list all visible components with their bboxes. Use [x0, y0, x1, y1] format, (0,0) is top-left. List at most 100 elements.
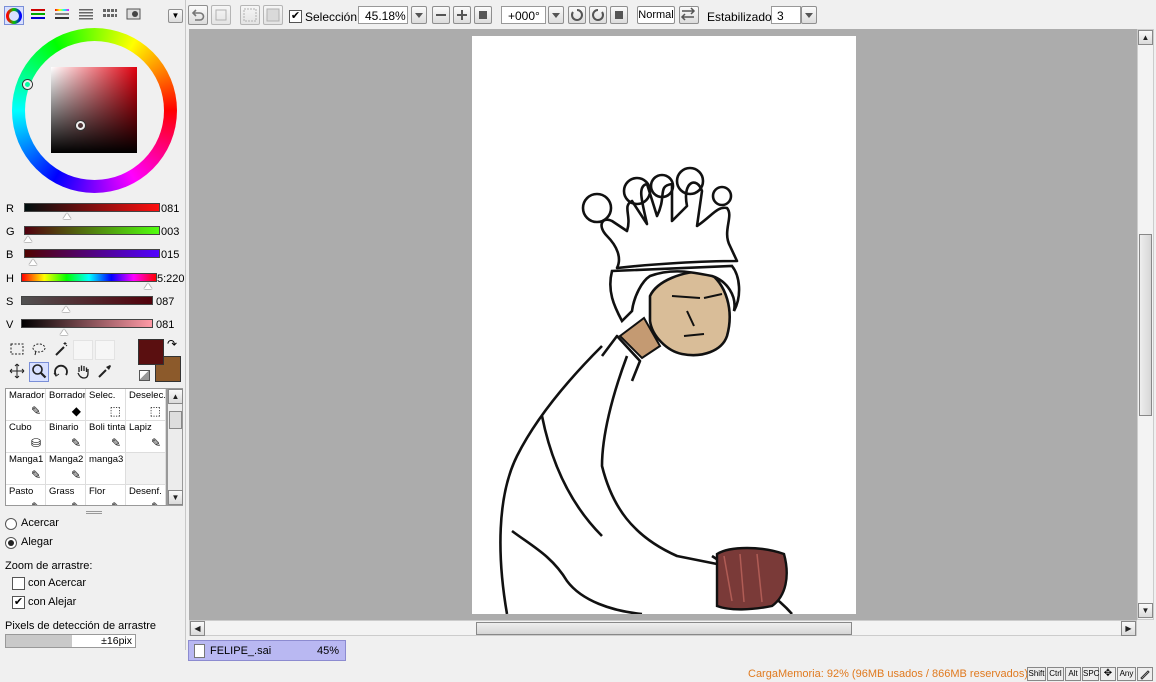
blend-mode-button[interactable]: Normal — [637, 6, 675, 24]
brush-manga1[interactable]: Manga1 ✎ — [6, 453, 46, 485]
slider-b-track[interactable] — [24, 249, 160, 258]
scroll-up-icon[interactable]: ▲ — [168, 389, 183, 404]
deselect-brush-icon: ⬚ — [149, 404, 161, 418]
hsv-sliders-icon[interactable] — [52, 6, 72, 25]
document-tab[interactable]: FELIPE_.sai 45% — [188, 640, 346, 661]
rotate-ccw-button[interactable] — [568, 6, 586, 24]
slider-v-thumb[interactable] — [60, 329, 68, 335]
brush-selec[interactable]: Selec. ⬚ — [86, 389, 126, 421]
selection-checkbox[interactable]: ✔ — [289, 10, 302, 23]
deselect-button[interactable] — [240, 5, 260, 25]
canvas-area[interactable] — [189, 29, 1137, 620]
palette-icon[interactable] — [100, 6, 120, 25]
scroll-right-icon[interactable]: ▶ — [1121, 621, 1136, 636]
rotate-cw-button[interactable] — [589, 6, 607, 24]
transparent-color-icon[interactable] — [139, 370, 150, 381]
move-icon[interactable] — [7, 362, 27, 382]
hand-icon[interactable] — [73, 362, 93, 382]
magic-wand-icon[interactable] — [51, 340, 71, 360]
scroll-down-icon[interactable]: ▼ — [168, 490, 183, 505]
slider-b[interactable]: B 015 — [4, 246, 186, 266]
slider-g-thumb[interactable] — [24, 236, 32, 242]
color-wheel-icon[interactable] — [4, 6, 24, 25]
brush-deselec[interactable]: Deselec. ⬚ — [126, 389, 166, 421]
drawing-canvas[interactable] — [472, 36, 856, 616]
slider-r-track[interactable] — [24, 203, 160, 212]
brush-desenf[interactable]: Desenf. ✎ — [126, 485, 166, 505]
horizontal-scrollbar[interactable]: ◀ ▶ — [189, 620, 1137, 636]
slider-g[interactable]: G 003 — [4, 223, 186, 243]
brush-scrollbar[interactable]: ▲ ▼ — [167, 388, 183, 506]
radio-acercar[interactable] — [5, 518, 17, 530]
zoom-dropdown-button[interactable] — [411, 6, 427, 24]
rotation-field[interactable]: +000° — [501, 6, 546, 24]
zoom-field[interactable]: 45.18% — [358, 6, 408, 24]
brush-manga3[interactable]: manga3 — [86, 453, 126, 485]
pixel-detect-slider[interactable]: ±16pix — [5, 634, 136, 648]
stabilizer-field[interactable]: 3 — [771, 6, 801, 24]
rect-select-icon[interactable] — [7, 340, 27, 360]
brush-borrador[interactable]: Borrador ◆ — [46, 389, 86, 421]
hue-marker[interactable] — [23, 80, 32, 89]
slider-s[interactable]: S 087 — [4, 293, 186, 313]
redo-button[interactable] — [211, 5, 231, 25]
horizontal-scroll-thumb[interactable] — [476, 622, 852, 635]
rotate-icon[interactable] — [51, 362, 71, 382]
scroll-down-icon[interactable]: ▼ — [1138, 603, 1153, 618]
brush-label: Borrador — [49, 390, 86, 401]
lasso-select-icon[interactable] — [29, 340, 49, 360]
brush-cubo[interactable]: Cubo ⛁ — [6, 421, 46, 453]
zoom-out-button[interactable] — [432, 6, 450, 24]
saturation-value-square[interactable] — [51, 67, 137, 153]
vertical-scroll-thumb[interactable] — [1139, 234, 1152, 416]
brush-lapiz[interactable]: Lapiz ✎ — [126, 421, 166, 453]
slider-b-thumb[interactable] — [29, 259, 37, 265]
brush-binario[interactable]: Binario ✎ — [46, 421, 86, 453]
zoom-reset-button[interactable] — [474, 6, 492, 24]
rotation-dropdown-button[interactable] — [548, 6, 564, 24]
scratchpad-icon[interactable] — [124, 6, 144, 25]
blend-mode-value: Normal — [638, 9, 674, 21]
brush-grass[interactable]: Grass ✎ — [46, 485, 86, 505]
slider-s-track[interactable] — [21, 296, 153, 305]
slider-s-thumb[interactable] — [62, 306, 70, 312]
scroll-up-icon[interactable]: ▲ — [1138, 30, 1153, 45]
panel-splitter[interactable] — [86, 511, 102, 514]
brush-marador[interactable]: Marador ✎ — [6, 389, 46, 421]
rotate-reset-button[interactable] — [610, 6, 628, 24]
stabilizer-dropdown-button[interactable] — [801, 6, 817, 24]
scroll-left-icon[interactable]: ◀ — [190, 621, 205, 636]
slider-h[interactable]: H 5:220 — [4, 270, 186, 290]
sv-marker[interactable] — [76, 121, 85, 130]
swatches-icon[interactable] — [76, 6, 96, 25]
color-wheel[interactable] — [12, 28, 177, 193]
slider-g-track[interactable] — [24, 226, 160, 235]
slider-h-thumb[interactable] — [144, 283, 152, 289]
brush-manga2[interactable]: Manga2 ✎ — [46, 453, 86, 485]
radio-alegar[interactable] — [5, 537, 17, 549]
undo-button[interactable] — [188, 5, 208, 25]
brush-scroll-thumb[interactable] — [169, 411, 182, 429]
checkbox-con-alejar[interactable]: ✔ — [12, 596, 25, 609]
flip-horizontal-button[interactable] — [679, 6, 699, 24]
slider-v[interactable]: V 081 — [4, 316, 186, 336]
brush-pasto[interactable]: Pasto ✎ — [6, 485, 46, 505]
brush-label: Boli tinta — [89, 422, 126, 433]
zoom-icon[interactable] — [29, 362, 49, 382]
slider-v-track[interactable] — [21, 319, 153, 328]
invert-selection-button[interactable] — [263, 5, 283, 25]
primary-color-swatch[interactable] — [138, 339, 164, 365]
brush-flor[interactable]: Flor ✎ — [86, 485, 126, 505]
eyedropper-icon[interactable] — [95, 362, 115, 382]
slider-r-thumb[interactable] — [63, 213, 71, 219]
slider-h-track[interactable] — [21, 273, 157, 282]
rgb-sliders-icon[interactable] — [28, 6, 48, 25]
radio-alegar-label: Alegar — [21, 536, 53, 548]
checkbox-con-acercar[interactable] — [12, 577, 25, 590]
panel-menu-dropdown[interactable]: ▼ — [168, 9, 183, 23]
vertical-scrollbar[interactable]: ▲ ▼ — [1137, 29, 1154, 620]
brush-boli-tinta[interactable]: Boli tinta ✎ — [86, 421, 126, 453]
slider-r[interactable]: R 081 — [4, 200, 186, 220]
zoom-in-button[interactable] — [453, 6, 471, 24]
swap-colors-icon[interactable]: ↷ — [167, 338, 177, 350]
